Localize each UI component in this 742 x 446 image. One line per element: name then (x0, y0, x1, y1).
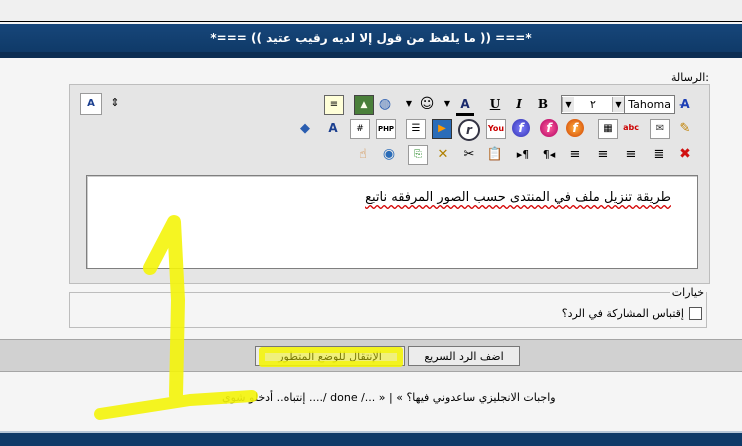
thread-title-bar: *=== (( ما يلفظ من قول إلا لديه رقيب عتي… (0, 24, 742, 52)
top-strip (0, 0, 742, 22)
bold-icon[interactable]: B (534, 95, 552, 113)
wysiwyg-icon[interactable]: ✉ (650, 119, 670, 139)
font-color-icon[interactable]: A (456, 95, 474, 116)
font-size-select[interactable]: ▼ ٢ ▼ (561, 95, 625, 114)
web-icon[interactable]: ◉ (380, 145, 398, 163)
options-legend: خيارات (669, 286, 706, 299)
advanced-mode-button[interactable]: الإنتقال للوضع المتطور (255, 346, 405, 366)
php-icon[interactable]: PHP (376, 119, 396, 139)
delete-icon[interactable]: ✖ (676, 145, 694, 163)
highlight-icon[interactable]: A (324, 119, 342, 137)
abc-icon[interactable]: abc (622, 119, 640, 137)
resize-toggle-icon[interactable]: ⇕ (106, 93, 124, 111)
smilie-icon[interactable]: ☺ (418, 95, 436, 113)
hand-icon[interactable]: ☝ (354, 145, 372, 163)
title-bar-border (0, 52, 742, 58)
top-divider (0, 21, 742, 22)
message-text: طريقة تنزيل ملف في المنتدى حسب الصور الم… (365, 190, 671, 205)
copy-icon[interactable]: ⎘ (408, 145, 428, 165)
font-color-dropdown-icon[interactable]: ▼ (442, 95, 452, 113)
next-thread-link[interactable]: إنتباه.. أدخلو شوي ..../ done /... » (222, 391, 386, 404)
message-textarea[interactable]: طريقة تنزيل ملف في المنتدى حسب الصور الم… (86, 175, 698, 269)
align-center-icon[interactable]: ≡ (594, 145, 612, 163)
list-icon[interactable]: ☰ (406, 119, 426, 139)
insert-image-icon[interactable]: ▲ (354, 95, 374, 115)
media-player-icon[interactable]: ▶ (432, 119, 452, 139)
font-size-value: ٢ (590, 98, 596, 111)
insert-link-icon[interactable]: ◍ (376, 95, 394, 113)
book-icon[interactable]: ◆ (296, 119, 314, 137)
youtube-icon[interactable]: You (486, 119, 506, 139)
code-icon[interactable]: # (350, 119, 370, 139)
footer-bar (0, 433, 742, 446)
quick-reply-button[interactable]: اضف الرد السريع (408, 346, 520, 366)
italic-icon[interactable]: I (510, 95, 528, 113)
flash-icon[interactable]: f (566, 119, 584, 137)
switch-editor-mode-icon[interactable]: A (80, 93, 102, 115)
quote-checkbox[interactable] (689, 307, 702, 320)
align-justify-icon[interactable]: ≣ (650, 145, 668, 163)
message-label: الرسالة: (670, 71, 709, 84)
clear-icon[interactable]: ✕ (434, 145, 452, 163)
remove-format-icon[interactable]: ✎ (676, 119, 694, 137)
flash-icon[interactable]: f (512, 119, 530, 137)
quote-icon[interactable]: ≡ (324, 95, 344, 115)
prev-thread-link[interactable]: « واجبات الانجليزي ساعدوني فيها؟ (396, 391, 555, 404)
toggle-mode-icon[interactable]: A̶ (676, 95, 694, 113)
thread-title: *=== (( ما يلفظ من قول إلا لديه رقيب عتي… (210, 31, 532, 45)
table-icon[interactable]: ▦ (598, 119, 618, 139)
flash-icon[interactable]: f (540, 119, 558, 137)
quote-checkbox-label[interactable]: إقتباس المشاركة في الرد؟ (562, 307, 684, 320)
paste-icon[interactable]: 📋 (486, 145, 504, 163)
thread-nav-links: إنتباه.. أدخلو شوي ..../ done /... » | «… (222, 391, 556, 404)
align-left-icon[interactable]: ≡ (566, 145, 584, 163)
rtl-icon[interactable]: ¶◂ (540, 145, 558, 163)
underline-icon[interactable]: U (486, 95, 504, 113)
smilie-dropdown-icon[interactable]: ▼ (404, 95, 414, 113)
nav-separator: | (389, 391, 393, 404)
cut-icon[interactable]: ✂ (460, 145, 478, 163)
real-player-icon[interactable]: r (458, 119, 480, 141)
align-right-icon[interactable]: ≡ (622, 145, 640, 163)
ltr-icon[interactable]: ▸¶ (514, 145, 532, 163)
